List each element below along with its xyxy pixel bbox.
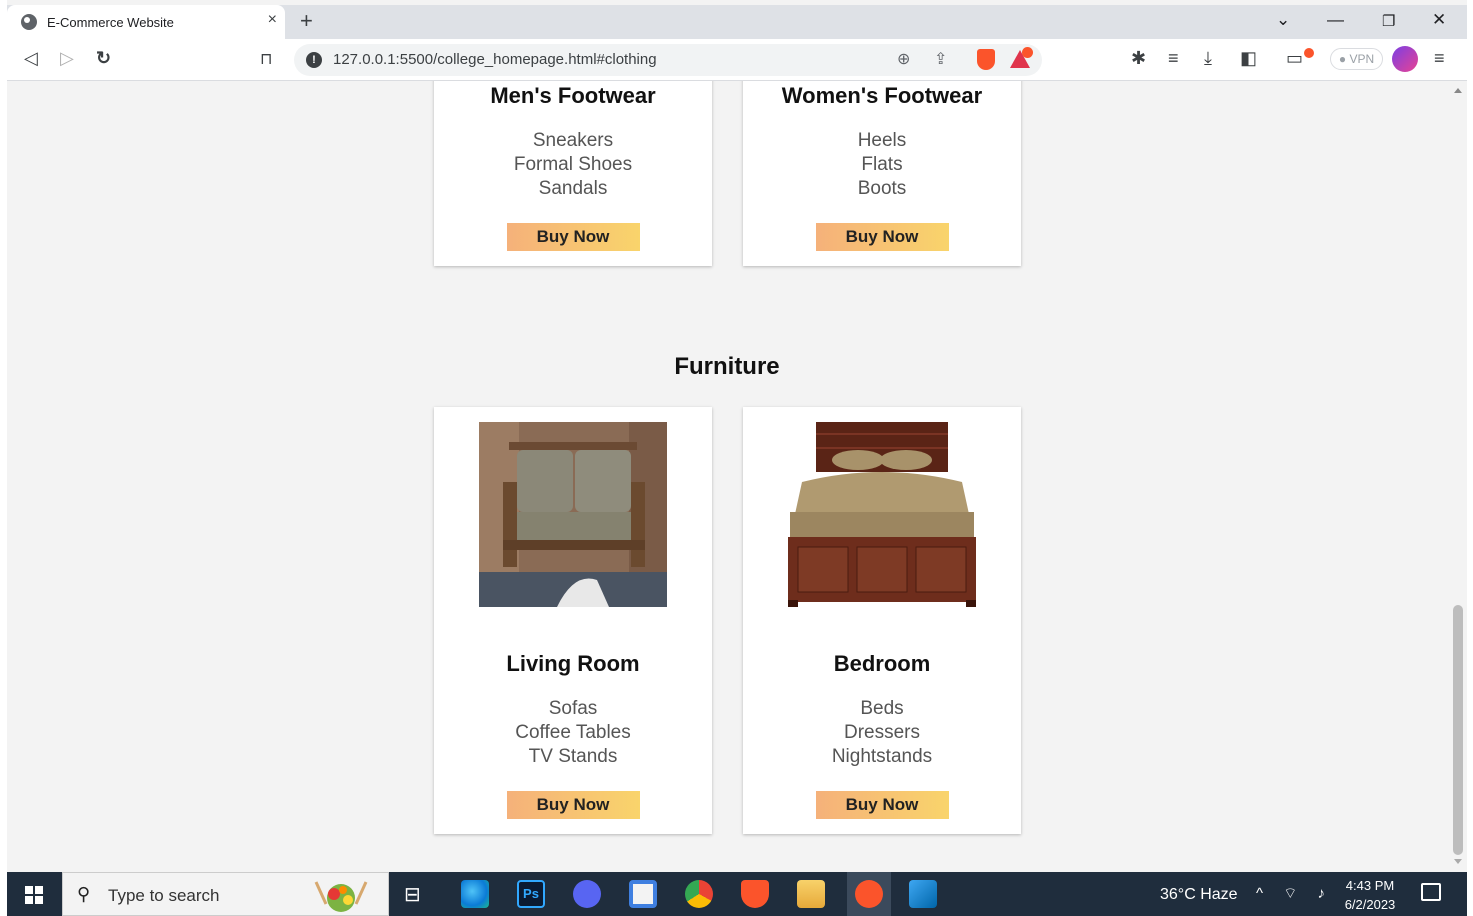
forward-icon[interactable]: ▷: [60, 48, 74, 69]
card-title: Women's Footwear: [781, 83, 983, 108]
taskbar-search[interactable]: ⚲ Type to search: [62, 872, 389, 916]
browser-toolbar: ◁ ▷ ↻ ⊓ ! 127.0.0.1:5500/college_homepag…: [7, 39, 1467, 81]
site-info-icon[interactable]: !: [306, 52, 322, 68]
vpn-button[interactable]: ● VPN: [1330, 48, 1383, 70]
browser-window: E-Commerce Website × + ⌄ — ❐ ✕ ◁ ▷ ↻ ⊓ !…: [7, 0, 1467, 916]
page-viewport: Men's Footwear Sneakers Formal Shoes San…: [7, 81, 1450, 872]
category-list: Sofas Coffee Tables TV Stands: [434, 697, 712, 769]
list-item: Dressers: [843, 722, 920, 743]
list-item: Boots: [857, 178, 907, 199]
category-list: Beds Dressers Nightstands: [743, 697, 1021, 769]
menu-icon[interactable]: ≡: [1434, 48, 1445, 69]
section-title-furniture: Furniture: [674, 353, 780, 380]
zoom-icon[interactable]: ⊕: [897, 49, 910, 69]
back-icon[interactable]: ◁: [24, 48, 38, 69]
sofa-image: [479, 422, 667, 607]
card-title: Men's Footwear: [490, 83, 656, 108]
minimize-icon[interactable]: —: [1327, 10, 1344, 30]
task-view-icon[interactable]: ⊟: [404, 882, 432, 910]
extensions-icon[interactable]: ✱: [1131, 48, 1146, 69]
page-scrollbar[interactable]: [1450, 81, 1467, 872]
close-tab-icon[interactable]: ×: [268, 11, 277, 29]
list-item: TV Stands: [528, 746, 618, 767]
buy-now-button[interactable]: Buy Now: [506, 223, 640, 251]
scroll-down-arrow-icon[interactable]: [1454, 859, 1462, 864]
category-list: Sneakers Formal Shoes Sandals: [434, 129, 712, 201]
scrollbar-thumb[interactable]: [1453, 605, 1463, 855]
clock-date: 6/2/2023: [1344, 897, 1396, 912]
list-item: Heels: [857, 130, 907, 151]
buy-now-button[interactable]: Buy Now: [815, 791, 949, 819]
card-title: Bedroom: [833, 651, 931, 676]
profile-avatar[interactable]: [1392, 46, 1418, 72]
list-item: Sandals: [538, 178, 608, 199]
list-item: Nightstands: [831, 746, 933, 767]
list-item: Sofas: [548, 698, 598, 719]
vscode-icon[interactable]: [909, 880, 937, 908]
windows-start-icon[interactable]: [25, 886, 43, 904]
brave-active-icon[interactable]: [855, 880, 883, 908]
system-tray-icons[interactable]: ^ ⌔ ♪: [1256, 884, 1333, 903]
windows-taskbar: ⚲ Type to search ⊟ Ps 36°C Haze ^ ⌔ ♪ 4:…: [7, 872, 1467, 916]
wallet-icon[interactable]: ▭: [1286, 48, 1303, 69]
taskbar-clock[interactable]: 4:43 PM 6/2/2023: [1340, 876, 1400, 914]
list-item: Coffee Tables: [515, 722, 631, 743]
sidebar-icon[interactable]: ◧: [1240, 48, 1257, 69]
tab-title: E-Commerce Website: [47, 14, 174, 30]
notification-icon[interactable]: [1421, 883, 1441, 901]
file-explorer-icon[interactable]: [797, 880, 825, 908]
weather-readout[interactable]: 36°C Haze: [1160, 886, 1238, 904]
product-card-bedroom: Bedroom Beds Dressers Nightstands Buy No…: [743, 407, 1021, 834]
edge-icon[interactable]: [461, 880, 489, 908]
new-tab-button[interactable]: +: [300, 8, 313, 34]
store-icon[interactable]: [629, 880, 657, 908]
card-title: Living Room: [506, 651, 640, 676]
brave-icon[interactable]: [741, 880, 769, 908]
wallet-badge: [1304, 48, 1314, 58]
tab-search-chevron-icon[interactable]: ⌄: [1276, 10, 1290, 30]
url-text[interactable]: 127.0.0.1:5500/college_homepage.html#clo…: [333, 51, 657, 68]
close-window-icon[interactable]: ✕: [1432, 10, 1446, 30]
share-icon[interactable]: ⇪: [934, 49, 947, 69]
product-card-womens-footwear: Women's Footwear Heels Flats Boots Buy N…: [743, 81, 1021, 266]
search-highlight-icon: [314, 881, 368, 912]
globe-icon: [21, 14, 37, 30]
playlist-icon[interactable]: ≡: [1168, 48, 1179, 69]
bed-image: [788, 422, 976, 607]
scroll-up-arrow-icon[interactable]: [1454, 88, 1462, 93]
product-card-mens-footwear: Men's Footwear Sneakers Formal Shoes San…: [434, 81, 712, 266]
list-item: Formal Shoes: [513, 154, 633, 175]
chrome-icon[interactable]: [685, 880, 713, 908]
product-card-living-room: Living Room Sofas Coffee Tables TV Stand…: [434, 407, 712, 834]
reload-icon[interactable]: ↻: [96, 48, 111, 69]
address-bar[interactable]: ! 127.0.0.1:5500/college_homepage.html#c…: [294, 44, 1042, 76]
search-icon: ⚲: [77, 884, 91, 904]
list-item: Sneakers: [532, 130, 614, 151]
list-item: Flats: [861, 154, 903, 175]
clock-time: 4:43 PM: [1345, 878, 1395, 893]
list-item: Beds: [860, 698, 904, 719]
discord-icon[interactable]: [573, 880, 601, 908]
buy-now-button[interactable]: Buy Now: [506, 791, 640, 819]
buy-now-button[interactable]: Buy Now: [815, 223, 949, 251]
category-list: Heels Flats Boots: [743, 129, 1021, 201]
browser-tab[interactable]: E-Commerce Website ×: [7, 5, 285, 39]
tab-strip: E-Commerce Website × + ⌄ — ❐ ✕: [7, 5, 1467, 39]
search-placeholder[interactable]: Type to search: [108, 886, 220, 906]
restore-icon[interactable]: ❐: [1382, 12, 1395, 30]
photoshop-icon[interactable]: Ps: [517, 880, 545, 908]
bookmark-icon[interactable]: ⊓: [260, 49, 272, 69]
brave-shields-icon[interactable]: [977, 49, 995, 70]
rewards-badge: [1022, 47, 1033, 58]
download-icon[interactable]: ⤓: [1204, 48, 1212, 69]
